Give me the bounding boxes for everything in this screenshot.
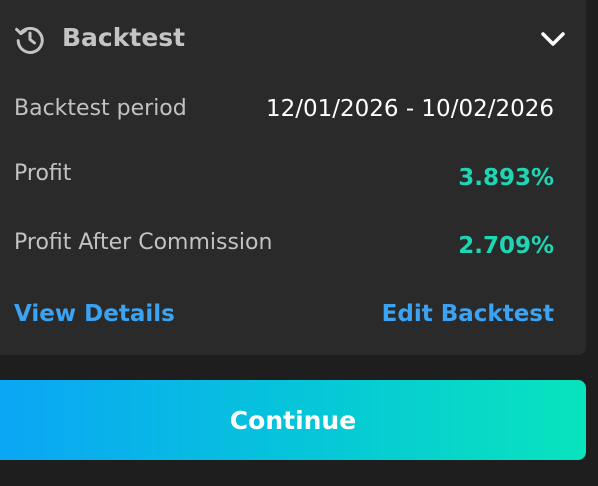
profit-value: 3.893%: [458, 165, 554, 191]
profit-label: Profit: [14, 161, 72, 186]
backtest-period-label: Backtest period: [14, 96, 187, 121]
backtest-screen: Backtest Backtest period 12/01/2026 - 10…: [0, 0, 598, 486]
chevron-down-icon[interactable]: [538, 26, 568, 52]
view-details-link[interactable]: View Details: [14, 299, 175, 329]
continue-button[interactable]: Continue: [0, 380, 586, 460]
edit-backtest-link[interactable]: Edit Backtest: [382, 299, 554, 329]
card-title: Backtest: [62, 23, 186, 52]
profit-after-commission-value: 2.709%: [458, 233, 554, 259]
backtest-card: Backtest Backtest period 12/01/2026 - 10…: [0, 0, 586, 355]
backtest-card-header[interactable]: Backtest: [0, 0, 586, 78]
backtest-period-value: 12/01/2026 - 10/02/2026: [265, 96, 554, 122]
profit-after-commission-label: Profit After Commission: [14, 230, 273, 255]
history-icon: [14, 23, 46, 55]
